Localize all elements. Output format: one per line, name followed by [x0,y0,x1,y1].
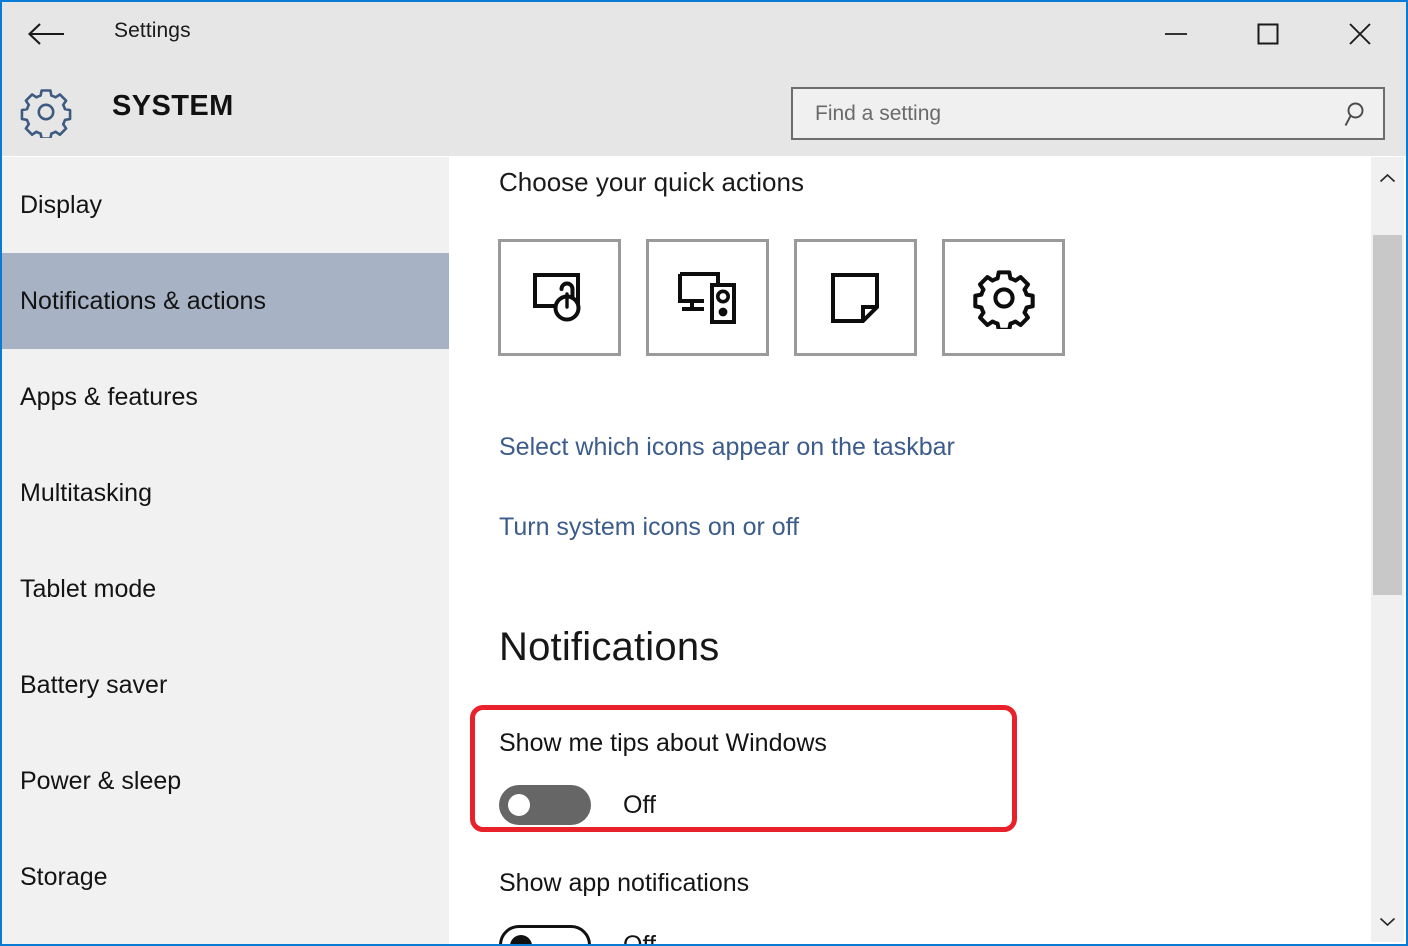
setting-label-show-app-notifications: Show app notifications [499,869,750,897]
settings-window: Settings SYSTEM Find a setting Display N… [0,0,1408,946]
quick-action-tile-tablet-mode[interactable] [498,239,621,356]
sidebar-item-display[interactable]: Display [2,157,449,253]
title-bar: Settings [2,2,1406,66]
note-icon [830,272,879,323]
sidebar-item-label: Multitasking [20,478,152,507]
minimize-icon [1165,33,1187,35]
sidebar-item-power-and-sleep[interactable]: Power & sleep [2,733,449,829]
search-box[interactable] [791,87,1385,140]
sidebar-item-label: Power & sleep [20,766,182,795]
setting-label-show-tips: Show me tips about Windows [499,729,827,757]
setting-row-show-app-notifications: Off [499,925,656,944]
notifications-heading: Notifications [499,625,720,669]
quick-action-tile-note[interactable] [794,239,917,356]
sidebar-item-apps-and-features[interactable]: Apps & features [2,349,449,445]
arrow-left-icon [27,23,64,45]
sidebar-item-label: Notifications & actions [20,286,266,315]
search-input[interactable] [793,89,1331,138]
system-gear-icon [20,86,72,140]
settings-gear-icon [972,269,1035,329]
scroll-down-button[interactable] [1371,900,1404,942]
vertical-scrollbar[interactable] [1371,157,1404,942]
tablet-mode-icon [532,272,580,321]
window-controls [1130,2,1406,66]
quick-actions-tiles [498,239,1065,356]
chevron-up-icon [1379,173,1396,182]
sidebar-item-multitasking[interactable]: Multitasking [2,445,449,541]
sidebar-item-notifications-and-actions[interactable]: Notifications & actions [2,253,449,349]
close-button[interactable] [1314,2,1406,66]
maximize-icon [1257,23,1279,45]
toggle-state-show-app-notifications: Off [623,931,656,945]
setting-row-show-tips: Off [499,785,656,825]
chevron-down-icon [1379,917,1396,926]
toggle-show-app-notifications[interactable] [499,925,591,944]
toggle-state-show-tips: Off [623,790,656,819]
connect-display-icon [677,271,736,324]
quick-actions-title: Choose your quick actions [499,167,804,197]
window-title: Settings [114,19,191,42]
toggle-knob [510,935,532,944]
page-header: SYSTEM [2,66,1406,156]
back-button[interactable] [16,8,78,60]
sidebar-item-label: Tablet mode [20,574,157,603]
page-title: SYSTEM [112,90,234,122]
maximize-button[interactable] [1222,2,1314,66]
sidebar-item-label: Storage [20,862,108,891]
minimize-button[interactable] [1130,2,1222,66]
sidebar-item-label: Battery saver [20,670,168,699]
sidebar-item-storage[interactable]: Storage [2,829,449,925]
sidebar-nav: Display Notifications & actions Apps & f… [2,157,449,944]
content-pane: Choose your quick actions Select which i… [449,157,1371,944]
close-icon [1349,23,1371,45]
link-select-taskbar-icons[interactable]: Select which icons appear on the taskbar [499,433,955,462]
quick-action-tile-all-settings[interactable] [942,239,1065,356]
toggle-show-tips[interactable] [499,785,591,825]
sidebar-item-battery-saver[interactable]: Battery saver [2,637,449,733]
toggle-knob [508,794,530,816]
link-turn-system-icons-on-off[interactable]: Turn system icons on or off [499,513,799,542]
scroll-up-button[interactable] [1371,157,1404,199]
search-icon[interactable] [1331,100,1383,128]
sidebar-item-label: Display [20,190,102,219]
sidebar-item-tablet-mode[interactable]: Tablet mode [2,541,449,637]
scrollbar-thumb[interactable] [1373,235,1402,595]
quick-action-tile-connect[interactable] [646,239,769,356]
sidebar-item-label: Apps & features [20,382,198,411]
